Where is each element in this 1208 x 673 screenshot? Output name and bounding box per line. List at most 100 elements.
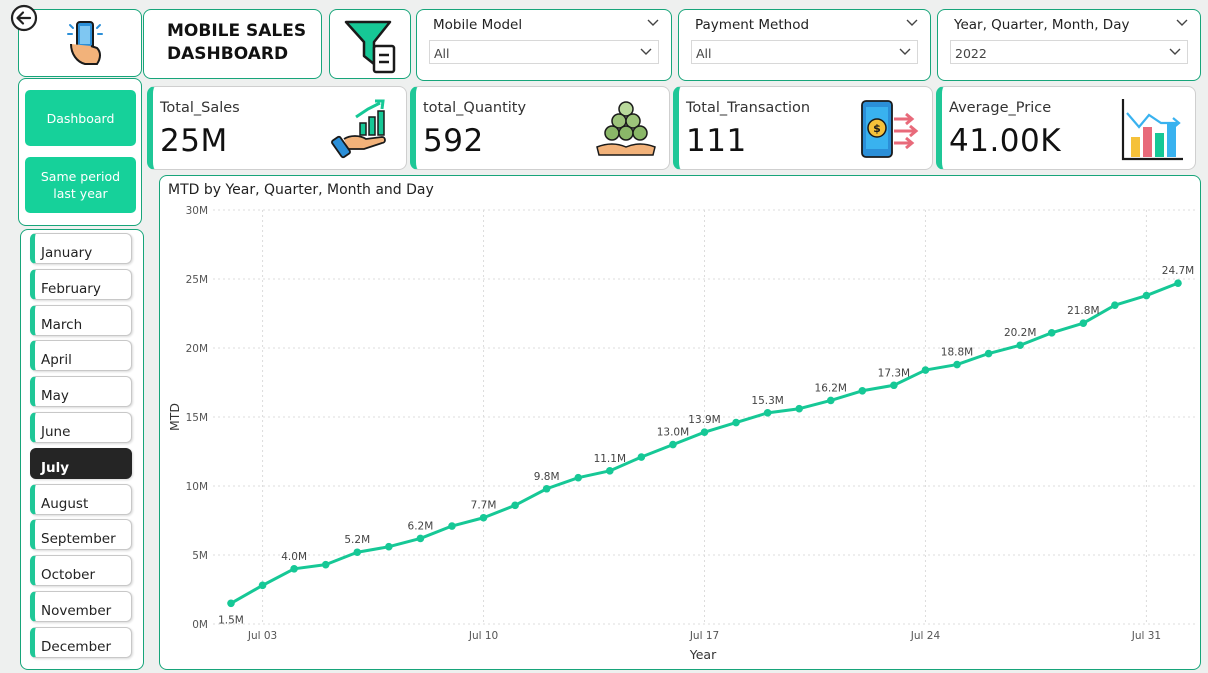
slicer-value: All xyxy=(696,46,712,61)
kpi-value: 25M xyxy=(160,123,228,159)
month-button-march[interactable]: March xyxy=(30,304,132,336)
dashboard-button[interactable]: Dashboard xyxy=(25,90,136,146)
data-point xyxy=(1142,291,1151,300)
data-label: 6.2M xyxy=(408,520,434,532)
month-button-november[interactable]: November xyxy=(30,591,132,622)
month-button-july[interactable]: July xyxy=(30,447,132,479)
mobile-payment-icon: $ xyxy=(861,100,919,158)
month-button-april[interactable]: April xyxy=(30,340,132,372)
month-button-october[interactable]: October xyxy=(30,555,132,587)
data-point xyxy=(1047,329,1056,337)
same-period-button[interactable]: Same period last year xyxy=(25,157,136,213)
kpi-label: Total_Transaction xyxy=(686,100,811,116)
svg-text:$: $ xyxy=(873,122,881,135)
data-point xyxy=(606,467,614,475)
slicer-dropdown[interactable]: All xyxy=(691,40,918,64)
slicer-value: 2022 xyxy=(955,46,987,61)
data-point xyxy=(953,360,961,369)
month-button-september[interactable]: September xyxy=(30,519,132,551)
data-point xyxy=(258,581,267,590)
page-title-line1: MOBILE SALES xyxy=(167,21,307,41)
kpi-value: 592 xyxy=(423,123,484,159)
slicer-label: Mobile Model xyxy=(433,17,523,33)
data-point xyxy=(479,513,488,522)
data-point xyxy=(732,418,740,427)
data-label: 20.2M xyxy=(1004,327,1036,339)
slicer-value: All xyxy=(434,46,450,61)
chevron-down-icon[interactable] xyxy=(1169,48,1181,56)
filter-icon[interactable] xyxy=(342,16,402,76)
data-point xyxy=(321,560,330,569)
kpi-value: 111 xyxy=(686,123,747,159)
month-button-june[interactable]: June xyxy=(30,412,132,443)
month-button-may[interactable]: May xyxy=(30,376,132,408)
data-point xyxy=(1016,341,1024,350)
data-point xyxy=(921,366,930,374)
data-point xyxy=(1111,301,1119,310)
page-title: MOBILE SALES DASHBOARD xyxy=(167,20,306,66)
data-point xyxy=(637,453,646,461)
slicer-dropdown[interactable]: 2022 xyxy=(950,40,1188,64)
y-tick-label: 30M xyxy=(186,205,208,217)
slicer-date[interactable]: Year, Quarter, Month, Day 2022 xyxy=(937,9,1201,81)
data-label: 5.2M xyxy=(344,534,370,546)
page-title-line2: DASHBOARD xyxy=(167,44,289,64)
slicer-label: Payment Method xyxy=(695,17,810,33)
month-button-august[interactable]: August xyxy=(30,483,132,515)
data-label: 13.0M xyxy=(657,427,689,439)
chevron-down-icon[interactable] xyxy=(640,48,652,56)
x-tick-label: Jul 31 xyxy=(1131,630,1161,642)
data-point xyxy=(700,428,709,436)
data-point xyxy=(858,386,867,395)
chevron-down-icon[interactable] xyxy=(899,48,911,56)
data-point xyxy=(1174,279,1182,287)
x-axis-title: Year xyxy=(689,647,717,662)
y-tick-label: 25M xyxy=(186,274,208,286)
month-button-february[interactable]: February xyxy=(30,268,132,300)
data-label: 9.8M xyxy=(534,471,560,483)
data-point xyxy=(227,599,235,608)
mtd-line-chart: 0M 5M 10M 15M 20M 25M 30M Jul 03 Jul 10 Jul 17 Jul… xyxy=(167,205,1198,662)
y-axis-title: MTD xyxy=(167,403,182,431)
data-point xyxy=(890,381,898,390)
month-button-december[interactable]: December xyxy=(30,626,132,658)
data-label: 11.1M xyxy=(594,453,626,465)
chevron-down-icon[interactable] xyxy=(647,19,659,27)
data-label: 17.3M xyxy=(878,367,910,379)
data-label: 13.9M xyxy=(688,414,720,426)
data-point xyxy=(448,522,456,530)
data-label: 4.0M xyxy=(281,551,307,563)
data-label: 24.7M xyxy=(1162,265,1194,277)
slicer-dropdown[interactable]: All xyxy=(429,40,659,64)
data-point xyxy=(795,404,803,413)
data-point xyxy=(542,484,551,493)
data-point xyxy=(984,349,993,358)
data-point xyxy=(1079,319,1088,327)
data-point xyxy=(763,409,772,417)
x-tick-label: Jul 03 xyxy=(247,630,277,642)
data-point xyxy=(385,542,393,551)
data-point xyxy=(574,473,583,482)
slicer-payment-method[interactable]: Payment Method All xyxy=(678,9,931,81)
chevron-down-icon[interactable] xyxy=(906,19,918,27)
slicer-mobile-model[interactable]: Mobile Model All xyxy=(416,9,672,81)
data-point xyxy=(416,534,425,543)
y-tick-label: 15M xyxy=(186,412,208,424)
data-label: 1.5M xyxy=(218,614,244,626)
y-tick-label: 5M xyxy=(192,550,208,562)
back-arrow-icon[interactable] xyxy=(10,4,38,32)
x-tick-label: Jul 24 xyxy=(910,630,941,642)
month-button-january[interactable]: January xyxy=(30,233,132,264)
sales-growth-icon xyxy=(331,99,386,159)
data-label: 21.8M xyxy=(1067,305,1099,317)
data-point xyxy=(511,501,519,510)
phone-in-hand-icon xyxy=(67,21,103,65)
x-tick-label: Jul 17 xyxy=(689,630,719,642)
data-point xyxy=(669,440,677,449)
data-label: 15.3M xyxy=(751,395,783,407)
filter-card[interactable] xyxy=(329,9,411,79)
y-tick-label: 20M xyxy=(186,343,208,355)
data-label: 16.2M xyxy=(815,382,847,394)
chevron-down-icon[interactable] xyxy=(1176,19,1188,27)
slicer-label: Year, Quarter, Month, Day xyxy=(954,17,1130,33)
